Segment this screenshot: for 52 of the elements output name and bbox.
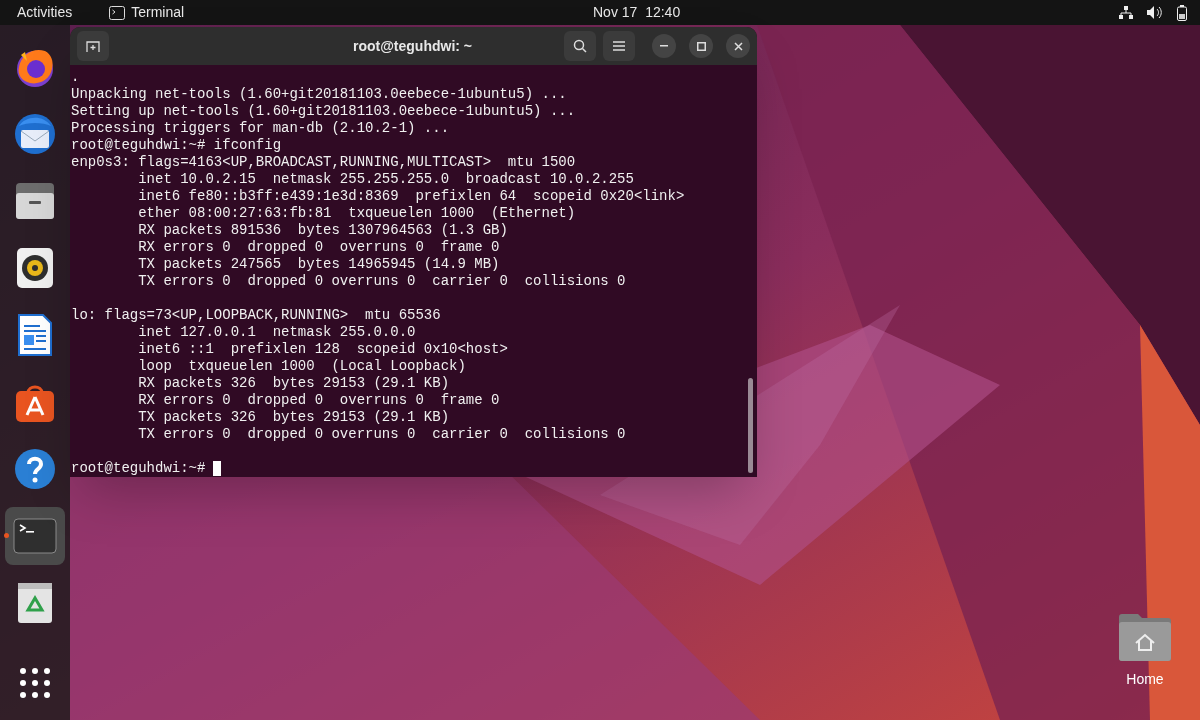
terminal-line: RX errors 0 dropped 0 overruns 0 frame 0 — [137, 239, 500, 256]
terminal-line: RX errors 0 dropped 0 overruns 0 frame 0 — [137, 392, 500, 409]
terminal-line: TX packets 247565 bytes 14965945 (14.9 MB) — [137, 256, 500, 273]
terminal-line: TX packets 326 bytes 29153 (29.1 KB) — [137, 409, 450, 426]
file-cabinet-icon — [14, 181, 56, 221]
terminal-prompt: root@teguhdwi:~# — [71, 460, 206, 477]
terminal-line: Unpacking net-tools (1.60+git20181103.0eebece-1ubuntu5) ... — [71, 86, 567, 103]
recycle-bin-icon — [17, 582, 53, 624]
terminal-line: Setting up net-tools (1.60+git20181103.0eebece-1ubuntu5) ... — [71, 103, 576, 120]
network-icon[interactable] — [1119, 6, 1133, 19]
app-menu-label[interactable]: Terminal — [131, 2, 185, 23]
terminal-icon — [13, 518, 57, 554]
terminal-line: TX errors 0 dropped 0 overruns 0 carrier 0 collisions 0 — [137, 273, 626, 290]
battery-icon[interactable] — [1177, 4, 1187, 21]
maximize-icon — [696, 41, 706, 51]
terminal-line: inet6 fe80::b3ff:e439:1e3d:8369 prefixlen 64 scopeid 0x20<link> — [137, 188, 685, 205]
maximize-button[interactable] — [689, 34, 713, 58]
search-button[interactable] — [564, 31, 596, 61]
terminal-line: inet 127.0.0.1 netmask 255.0.0.0 — [137, 324, 416, 341]
close-icon — [733, 41, 743, 51]
clock[interactable]: Nov 17 12:40 — [593, 2, 681, 23]
terminal-line: RX packets 326 bytes 29153 (29.1 KB) — [137, 375, 450, 392]
new-tab-button[interactable] — [77, 31, 109, 61]
terminal-line: lo: flags=73<UP,LOOPBACK,RUNNING> mtu 65536 — [71, 307, 441, 324]
terminal-line: inet6 ::1 prefixlen 128 scopeid 0x10<host> — [137, 341, 508, 358]
menu-button[interactable] — [603, 31, 635, 61]
terminal-line: Processing triggers for man-db (2.10.2-1) ... — [71, 120, 450, 137]
document-icon — [17, 313, 53, 357]
help-icon — [14, 448, 56, 490]
volume-icon[interactable] — [1147, 6, 1163, 19]
activities-button[interactable]: Activities — [0, 0, 90, 25]
terminal-line: root@teguhdwi:~# ifconfig — [71, 137, 282, 154]
terminal-line: enp0s3: flags=4163<UP,BROADCAST,RUNNING,MULTICAST> mtu 1500 — [71, 154, 576, 171]
terminal-line: ether 08:00:27:63:fb:81 txqueuelen 1000 (Ethernet) — [137, 205, 576, 222]
terminal-line: loop txqueuelen 1000 (Local Loopback) — [137, 358, 466, 375]
terminal-line: RX packets 891536 bytes 1307964563 (1.3 GB) — [137, 222, 508, 239]
desktop-icon-label[interactable]: Home — [1126, 669, 1164, 690]
terminal-line: inet 10.0.2.15 netmask 255.255.255.0 broadcast 10.0.2.255 — [137, 171, 634, 188]
minimize-icon — [660, 45, 668, 47]
close-button[interactable] — [726, 34, 750, 58]
window-title: root@teguhdwi: ~ — [353, 36, 473, 56]
home-folder-icon[interactable] — [1119, 613, 1171, 661]
terminal-line: . — [71, 69, 80, 86]
app-grid-button[interactable] — [18, 666, 52, 700]
search-icon — [573, 39, 587, 53]
speaker-icon — [16, 247, 54, 289]
envelope-bird-icon — [13, 112, 57, 156]
new-tab-icon — [86, 39, 100, 53]
terminal-line: TX errors 0 dropped 0 overruns 0 carrier 0 collisions 0 — [137, 426, 626, 443]
minimize-button[interactable] — [652, 34, 676, 58]
terminal-icon — [109, 5, 126, 20]
menu-icon — [613, 41, 625, 51]
